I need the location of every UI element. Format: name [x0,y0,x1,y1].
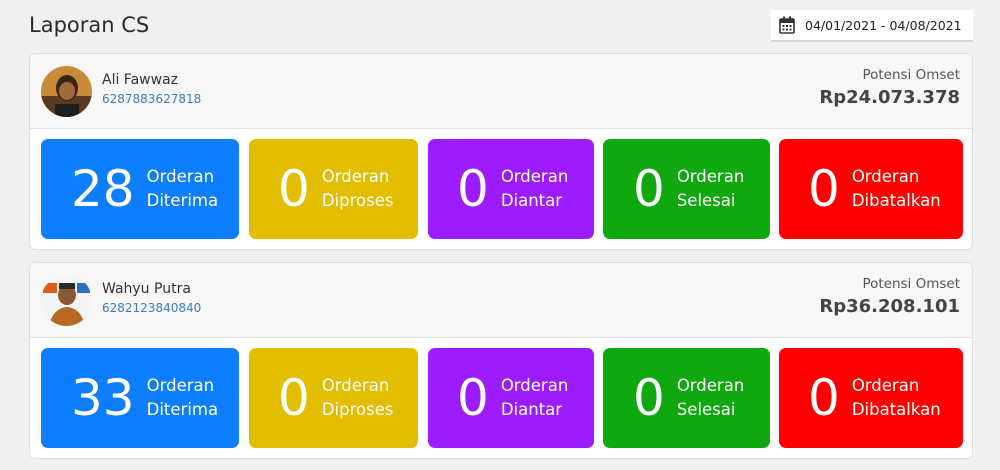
stat-tile-dibatalkan[interactable]: 0 Orderan Dibatalkan [779,139,963,239]
stat-tile-diterima[interactable]: 28 Orderan Diterima [41,139,239,239]
cs-card-header: Ali Fawwaz 6287883627818 Potensi Omset R… [30,54,972,129]
stat-tile-diterima[interactable]: 33 Orderan Diterima [41,348,239,448]
stat-label-line2: Selesai [676,400,736,419]
stat-tile-diproses[interactable]: 0 Orderan Diproses [249,348,418,448]
stat-label-line1: Orderan [500,376,569,395]
stat-tile-selesai[interactable]: 0 Orderan Selesai [603,139,770,239]
cs-name: Wahyu Putra [102,281,191,297]
stat-label-line2: Selesai [676,191,736,210]
calendar-icon [779,16,795,34]
cs-card: Ali Fawwaz 6287883627818 Potensi Omset R… [29,53,973,250]
avatar [41,66,92,117]
stat-label-line2: Diantar [500,400,563,419]
stat-label-line2: Dibatalkan [851,400,941,419]
stat-label-line2: Diterima [146,191,219,210]
omset-label: Potensi Omset [862,67,960,83]
stat-count: 0 [808,369,840,427]
stat-tile-diantar[interactable]: 0 Orderan Diantar [428,139,594,239]
stat-label-line1: Orderan [321,376,390,395]
omset-value: Rp36.208.101 [819,296,960,317]
stat-count: 0 [457,369,489,427]
stat-count: 0 [808,160,840,218]
stat-count: 0 [278,160,310,218]
stat-label-line2: Diantar [500,191,563,210]
omset-label: Potensi Omset [862,276,960,292]
stat-count: 0 [633,160,665,218]
stat-tile-selesai[interactable]: 0 Orderan Selesai [603,348,770,448]
stat-count: 0 [457,160,489,218]
stat-label-line2: Dibatalkan [851,191,941,210]
cs-card: Wahyu Putra 6282123840840 Potensi Omset … [29,262,973,459]
stat-label-line1: Orderan [146,376,215,395]
cs-card-header: Wahyu Putra 6282123840840 Potensi Omset … [30,263,972,338]
stat-label-line1: Orderan [321,167,390,186]
stat-count: 28 [71,160,135,218]
stat-label-line1: Orderan [851,376,920,395]
cs-phone-link[interactable]: 6287883627818 [102,92,201,106]
cs-phone-link[interactable]: 6282123840840 [102,301,201,315]
stat-label-line1: Orderan [146,167,215,186]
page-title: Laporan CS [29,13,150,37]
date-range-value: 04/01/2021 - 04/08/2021 [805,17,962,33]
date-range-picker[interactable]: 04/01/2021 - 04/08/2021 [771,10,973,42]
stat-tile-diantar[interactable]: 0 Orderan Diantar [428,348,594,448]
stat-count: 33 [71,369,135,427]
stat-tile-diproses[interactable]: 0 Orderan Diproses [249,139,418,239]
avatar [41,275,92,326]
stat-label-line1: Orderan [851,167,920,186]
omset-value: Rp24.073.378 [819,87,960,108]
stat-label-line1: Orderan [676,167,745,186]
stat-label-line2: Diproses [321,400,394,419]
stat-label-line1: Orderan [500,167,569,186]
stat-label-line2: Diterima [146,400,219,419]
stat-label-line1: Orderan [676,376,745,395]
stat-count: 0 [278,369,310,427]
stat-tile-dibatalkan[interactable]: 0 Orderan Dibatalkan [779,348,963,448]
cs-name: Ali Fawwaz [102,72,178,88]
stat-count: 0 [633,369,665,427]
stat-label-line2: Diproses [321,191,394,210]
